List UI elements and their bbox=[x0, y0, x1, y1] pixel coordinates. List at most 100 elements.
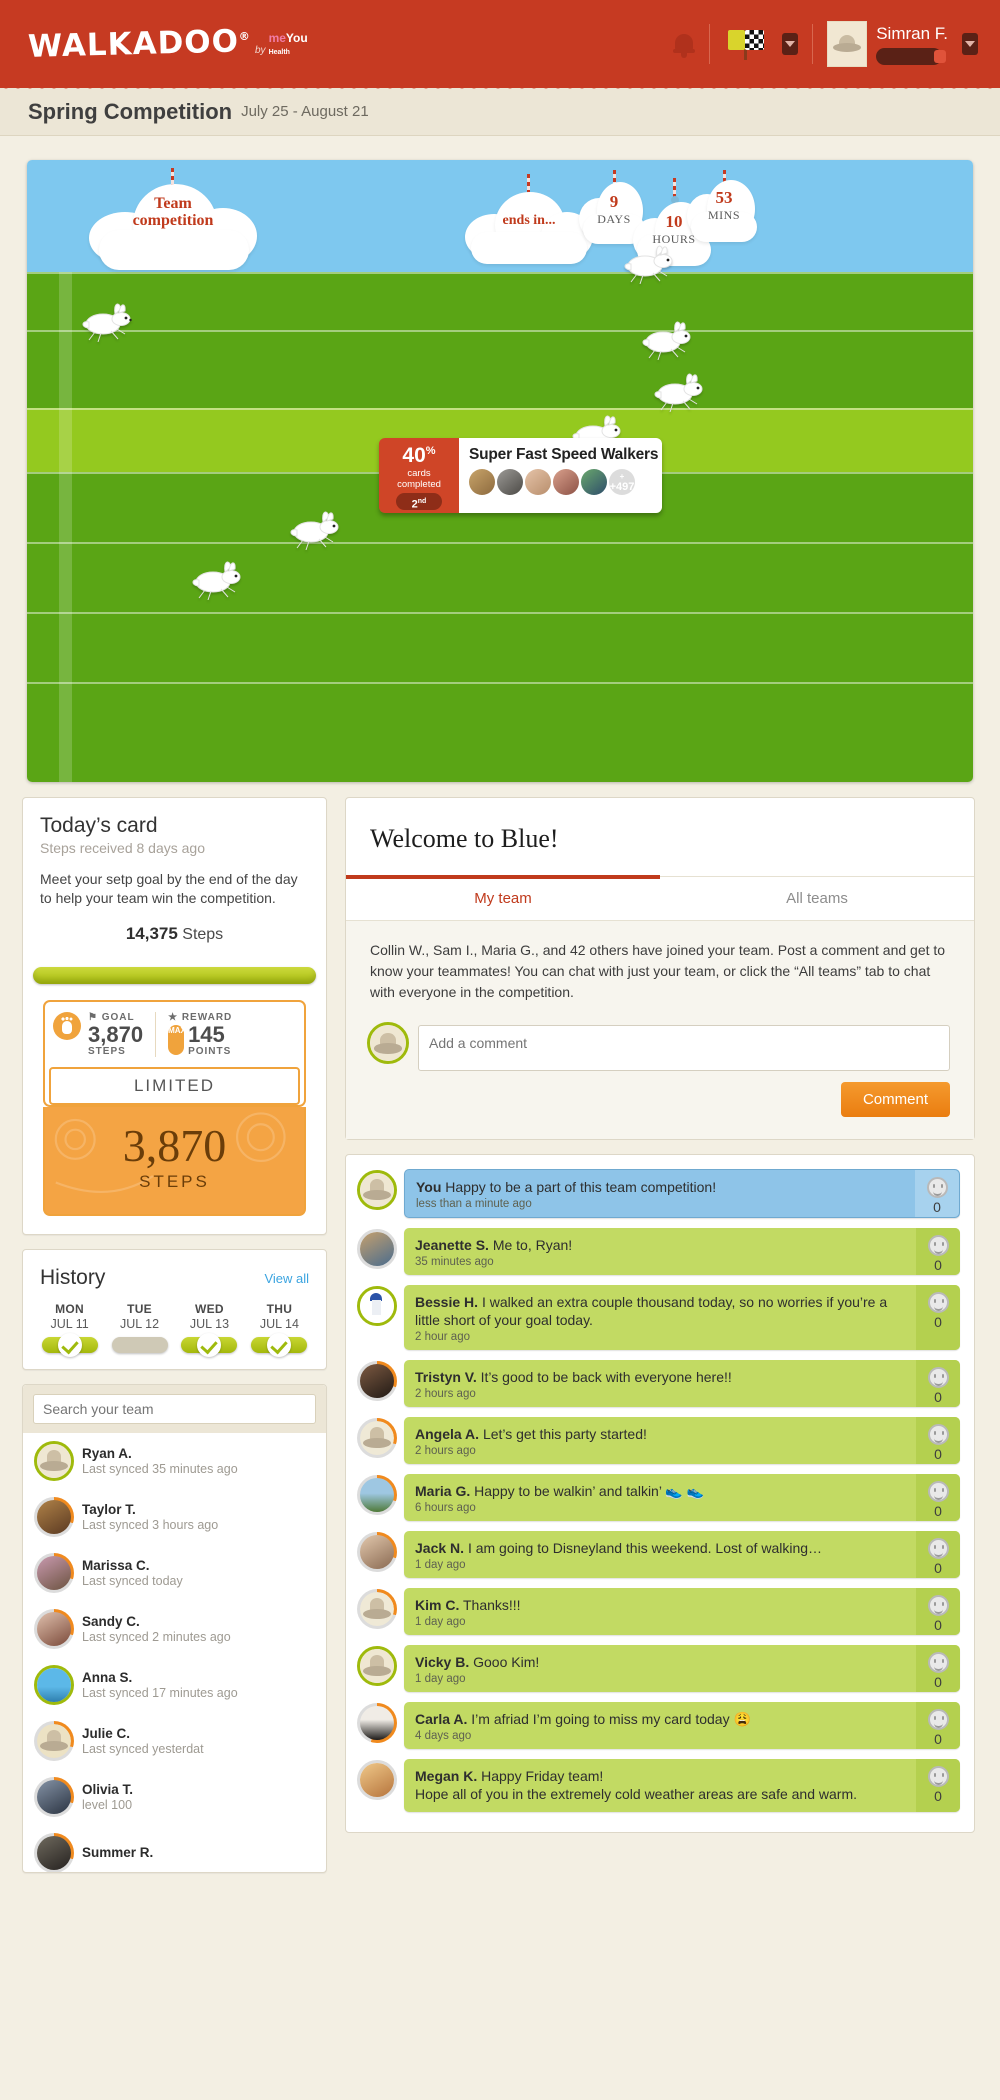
list-item[interactable]: Summer R. bbox=[23, 1825, 326, 1872]
check-icon bbox=[267, 1333, 292, 1357]
bunny-icon bbox=[637, 318, 697, 360]
page-subheader: Spring Competition July 25 - August 21 bbox=[0, 88, 1000, 136]
comment-button[interactable]: Comment bbox=[840, 1082, 950, 1117]
avatar[interactable] bbox=[357, 1532, 397, 1572]
comment-like-control[interactable]: 0 bbox=[916, 1474, 960, 1521]
avatar[interactable] bbox=[357, 1418, 397, 1458]
bunny-icon bbox=[619, 242, 679, 284]
comment-like-control[interactable]: 0 bbox=[915, 1170, 959, 1217]
member-status: Last synced yesterdat bbox=[82, 1742, 204, 1756]
comment-input[interactable] bbox=[418, 1025, 950, 1071]
search-input[interactable] bbox=[33, 1394, 316, 1424]
list-item[interactable]: Anna S. Last synced 17 minutes ago bbox=[23, 1657, 326, 1713]
comment-like-control[interactable]: 0 bbox=[916, 1360, 960, 1407]
avatar[interactable] bbox=[357, 1646, 397, 1686]
page-title: Spring Competition bbox=[28, 98, 233, 124]
comment-time: 6 hours ago bbox=[415, 1502, 476, 1514]
smiley-icon bbox=[927, 1595, 949, 1616]
history-day[interactable]: THU JUL 14 bbox=[250, 1302, 309, 1357]
member-status: Last synced 2 minutes ago bbox=[82, 1630, 231, 1644]
member-name: Sandy C. bbox=[82, 1614, 140, 1629]
list-item[interactable]: Marissa C. Last synced today bbox=[23, 1545, 326, 1601]
percent-symbol: % bbox=[425, 445, 436, 457]
divider bbox=[812, 24, 814, 64]
brand-partner-text: meYou Health bbox=[268, 31, 308, 56]
comment-like-count: 0 bbox=[934, 1446, 942, 1462]
history-day-name: MON bbox=[55, 1302, 85, 1316]
countdown-value-mins: 53 bbox=[715, 188, 733, 207]
reward-value: 145 bbox=[188, 1022, 225, 1047]
comment-item: Jeanette S. Me to, Ryan! 35 minutes ago … bbox=[357, 1228, 960, 1275]
comment-like-control[interactable]: 0 bbox=[916, 1228, 960, 1275]
history-day-name: TUE bbox=[127, 1302, 152, 1316]
history-day-name: THU bbox=[266, 1302, 293, 1316]
comment-author: Jeanette S. bbox=[415, 1237, 489, 1253]
track-lane bbox=[27, 330, 973, 408]
avatar[interactable] bbox=[357, 1286, 397, 1326]
member-name: Anna S. bbox=[82, 1670, 133, 1685]
steps-progress-bar bbox=[33, 967, 316, 984]
comment-like-control[interactable]: 0 bbox=[916, 1285, 960, 1350]
avatar bbox=[827, 21, 868, 67]
flags-dropdown-caret-icon[interactable] bbox=[782, 33, 799, 55]
list-item[interactable]: Ryan A. Last synced 35 minutes ago bbox=[23, 1433, 326, 1489]
avatar[interactable] bbox=[357, 1760, 397, 1800]
comment-text: Happy to be a part of this team competit… bbox=[445, 1179, 717, 1195]
welcome-panel: Welcome to Blue! My team All teams Colli… bbox=[345, 797, 975, 1140]
comment-like-control[interactable]: 0 bbox=[916, 1588, 960, 1635]
welcome-intro-text: Collin W., Sam I., Maria G., and 42 othe… bbox=[370, 942, 946, 1000]
avatar[interactable] bbox=[357, 1475, 397, 1515]
user-dropdown-caret-icon[interactable] bbox=[962, 33, 978, 55]
history-day-date: JUL 14 bbox=[259, 1317, 299, 1331]
history-view-all-link[interactable]: View all bbox=[264, 1271, 309, 1286]
list-item[interactable]: Julie C. Last synced yesterdat bbox=[23, 1713, 326, 1769]
comment-like-control[interactable]: 0 bbox=[916, 1531, 960, 1578]
team-competition-cloud-line2: competition bbox=[132, 211, 214, 229]
comment-text: Happy to be walkin’ and talkin’ 👟 👟 bbox=[474, 1483, 705, 1499]
list-item[interactable]: Sandy C. Last synced 2 minutes ago bbox=[23, 1601, 326, 1657]
history-days: MON JUL 11 TUE JUL 12 WED JUL 13 THU JUL… bbox=[40, 1302, 309, 1357]
avatar bbox=[525, 469, 551, 495]
history-day-status-pill bbox=[181, 1333, 238, 1357]
avatar[interactable] bbox=[357, 1361, 397, 1401]
avatar[interactable] bbox=[357, 1589, 397, 1629]
top-navigation-bar: WALKADOO® by meYou Health Simran F. bbox=[0, 0, 1000, 93]
comment-like-count: 0 bbox=[934, 1314, 942, 1330]
todays-card-title: Today’s card bbox=[40, 814, 158, 837]
history-day[interactable]: MON JUL 11 bbox=[40, 1302, 99, 1357]
avatar[interactable] bbox=[357, 1703, 397, 1743]
team-standing-callout[interactable]: 40% cards completed 2nd Super Fast Speed… bbox=[379, 438, 662, 513]
footprint-icon bbox=[53, 1012, 81, 1040]
list-item[interactable]: Taylor T. Last synced 3 hours ago bbox=[23, 1489, 326, 1545]
user-menu[interactable]: Simran F. bbox=[827, 21, 948, 67]
member-name: Marissa C. bbox=[82, 1558, 150, 1573]
brand-logo[interactable]: WALKADOO® by meYou Health bbox=[28, 23, 308, 65]
comment-item: Carla A. I’m afriad I’m going to miss my… bbox=[357, 1702, 960, 1749]
countdown-unit-mins: MINS bbox=[707, 208, 740, 222]
todays-card-body: Meet your setp goal by the end of the da… bbox=[40, 871, 298, 906]
comment-like-control[interactable]: 0 bbox=[916, 1759, 960, 1812]
race-track-panel[interactable]: Team competition ends in... 9 DAYS 10 HO… bbox=[27, 160, 973, 782]
avatar[interactable] bbox=[357, 1170, 397, 1210]
tab-my-team[interactable]: My team bbox=[346, 877, 660, 920]
comment-like-control[interactable]: 0 bbox=[916, 1645, 960, 1692]
tab-all-teams[interactable]: All teams bbox=[660, 877, 974, 920]
race-flags-icon[interactable] bbox=[724, 26, 768, 62]
comment-like-count: 0 bbox=[933, 1199, 941, 1215]
member-name: Taylor T. bbox=[82, 1502, 136, 1517]
goal-unit: STEPS bbox=[88, 1046, 126, 1057]
history-day[interactable]: TUE JUL 12 bbox=[110, 1302, 169, 1353]
list-item[interactable]: Olivia T. level 100 bbox=[23, 1769, 326, 1825]
comment-like-control[interactable]: 0 bbox=[916, 1417, 960, 1464]
member-name: Olivia T. bbox=[82, 1782, 134, 1797]
history-day[interactable]: WED JUL 13 bbox=[180, 1302, 239, 1357]
bell-icon[interactable] bbox=[673, 31, 696, 58]
avatar[interactable] bbox=[357, 1229, 397, 1269]
avatar bbox=[497, 469, 523, 495]
smiley-icon bbox=[927, 1652, 949, 1673]
bunny-icon bbox=[187, 558, 247, 600]
comment-like-control[interactable]: 0 bbox=[916, 1702, 960, 1749]
comment-author: Maria G. bbox=[415, 1483, 471, 1499]
comment-like-count: 0 bbox=[934, 1788, 942, 1804]
active-tab-underline bbox=[346, 875, 660, 879]
